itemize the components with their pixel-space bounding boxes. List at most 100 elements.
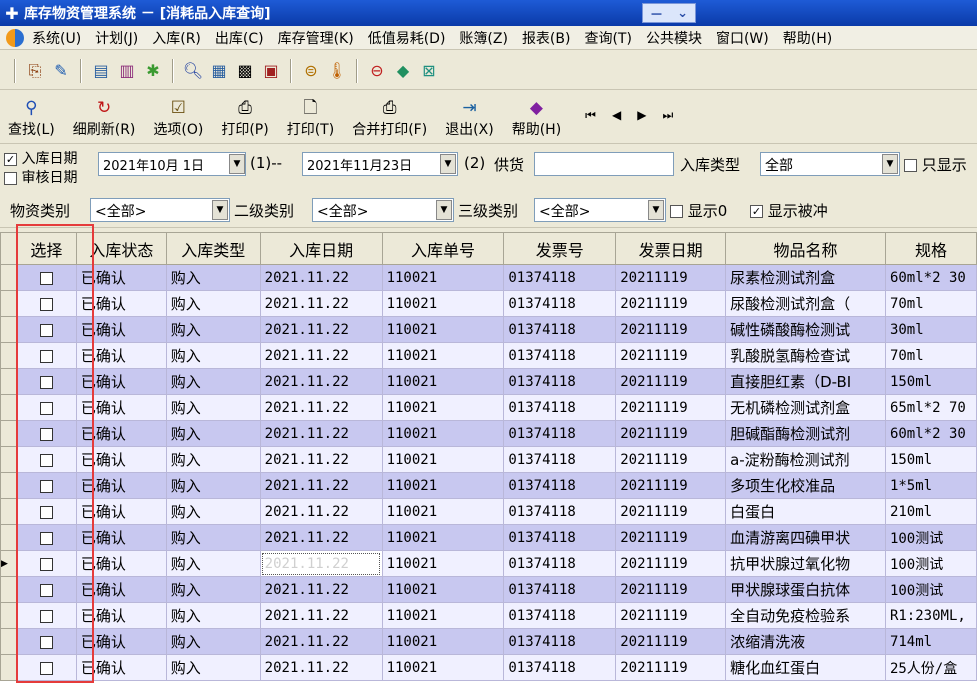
column-header-date[interactable]: 入库日期 <box>259 232 383 265</box>
category-dropdown-icon[interactable]: ▼ <box>212 200 228 220</box>
cell-spec[interactable]: 100测试 <box>884 550 977 577</box>
cell-spec[interactable]: 70ml <box>884 290 977 317</box>
cell-type[interactable]: 购入 <box>165 394 261 421</box>
cell-item-name[interactable]: 碱性磷酸酶检测试 <box>725 316 886 343</box>
column-header-type[interactable]: 入库类型 <box>165 232 261 265</box>
cell-order-no[interactable]: 110021 <box>381 524 505 551</box>
cell-invoice-date[interactable]: 20211119 <box>615 472 727 499</box>
help-button[interactable]: ◆ 帮助(H) <box>512 97 561 139</box>
date-to-field[interactable]: 2021年11月23日 <box>302 152 458 176</box>
cell-invoice-no[interactable]: 01374118 <box>503 576 617 603</box>
cell-order-no[interactable]: 110021 <box>381 446 505 473</box>
only-show-checkbox[interactable] <box>904 159 917 172</box>
show-offset-option[interactable]: ✓ 显示被冲 <box>750 200 828 221</box>
level3-dropdown-icon[interactable]: ▼ <box>648 200 664 220</box>
level2-select[interactable]: <全部> <box>312 198 454 222</box>
table-row[interactable]: 已确认 购入 2021.11.22 110021 01374118 20211119 a-淀… <box>0 446 977 473</box>
menu-system[interactable]: 系统(U) <box>32 28 81 48</box>
cell-item-name[interactable]: 多项生化校准品 <box>725 472 886 499</box>
row-select-checkbox[interactable] <box>39 323 53 337</box>
diamond-icon[interactable]: ◆ <box>392 60 414 82</box>
cell-item-name[interactable]: 抗甲状腺过氧化物 <box>725 550 886 577</box>
column-header-item-name[interactable]: 物品名称 <box>725 232 886 265</box>
cell-order-no[interactable]: 110021 <box>381 264 505 291</box>
cell-type[interactable]: 购入 <box>165 264 261 291</box>
cell-type[interactable]: 购入 <box>165 368 261 395</box>
cell-date[interactable]: 2021.11.22 <box>259 576 383 603</box>
cell-item-name[interactable]: 尿酸检测试剂盒（ <box>725 290 886 317</box>
row-select-checkbox[interactable] <box>39 635 53 649</box>
cell-invoice-no[interactable]: 01374118 <box>503 524 617 551</box>
cell-status[interactable]: 已确认 <box>75 654 167 681</box>
table-row[interactable]: 已确认 购入 2021.11.22 110021 01374118 20211119 白蛋白… <box>0 498 977 525</box>
cell-spec[interactable]: 210ml <box>884 498 977 525</box>
cell-order-no[interactable]: 110021 <box>381 290 505 317</box>
merge-print-button[interactable]: ⎙ 合并打印(F) <box>352 97 427 139</box>
row-select-checkbox[interactable] <box>39 375 53 389</box>
cell-date[interactable]: 2021.11.22 <box>259 472 383 499</box>
dropdown-button[interactable]: ⌄ <box>677 6 688 21</box>
cell-invoice-no[interactable]: 01374118 <box>503 446 617 473</box>
cell-order-no[interactable]: 110021 <box>381 394 505 421</box>
cell-spec[interactable]: 70ml <box>884 342 977 369</box>
table-row[interactable]: 已确认 购入 2021.11.22 110021 01374118 20211119 全自动… <box>0 602 977 629</box>
column-header-select[interactable]: 选择 <box>15 232 77 265</box>
cell-status[interactable]: 已确认 <box>75 576 167 603</box>
table-row[interactable]: 已确认 购入 2021.11.22 110021 01374118 20211119 无机磷… <box>0 394 977 421</box>
options-button[interactable]: ☑ 选项(O) <box>153 97 203 139</box>
menu-query[interactable]: 查询(T) <box>584 28 631 48</box>
cell-invoice-date[interactable]: 20211119 <box>615 420 727 447</box>
row-select-checkbox[interactable] <box>39 297 53 311</box>
chart-edit-icon[interactable]: ▦ <box>208 60 230 82</box>
form-icon[interactable]: ▤ <box>90 60 112 82</box>
cell-invoice-date[interactable]: 20211119 <box>615 524 727 551</box>
menu-help[interactable]: 帮助(H) <box>783 28 832 48</box>
cell-status[interactable]: 已确认 <box>75 602 167 629</box>
table-row[interactable]: 已确认 购入 2021.11.22 110021 01374118 20211119 碱性磷… <box>0 316 977 343</box>
cell-date[interactable]: 2021.11.22 <box>259 264 383 291</box>
cell-date[interactable]: 2021.11.22 <box>259 524 383 551</box>
cell-spec[interactable]: 1*5ml <box>884 472 977 499</box>
cell-invoice-date[interactable]: 20211119 <box>615 654 727 681</box>
cell-status[interactable]: 已确认 <box>75 316 167 343</box>
cell-spec[interactable]: R1:230ML, <box>884 602 977 629</box>
cell-date[interactable]: 2021.11.22 <box>259 420 383 447</box>
audit-date-checkbox[interactable] <box>4 171 17 185</box>
cell-type[interactable]: 购入 <box>165 628 261 655</box>
cell-invoice-no[interactable]: 01374118 <box>503 498 617 525</box>
column-header-invoice-no[interactable]: 发票号 <box>503 232 617 265</box>
table-row[interactable]: 已确认 购入 2021.11.22 110021 01374118 20211119 直接胆… <box>0 368 977 395</box>
table-row[interactable]: 已确认 购入 2021.11.22 110021 01374118 20211119 浓缩清… <box>0 628 977 655</box>
cell-order-no[interactable]: 110021 <box>381 368 505 395</box>
cell-status[interactable]: 已确认 <box>75 524 167 551</box>
row-select-checkbox[interactable] <box>39 271 53 285</box>
cross-box-icon[interactable]: ⊠ <box>418 60 440 82</box>
cell-invoice-date[interactable]: 20211119 <box>615 550 727 577</box>
cell-spec[interactable]: 65ml*2 70 <box>884 394 977 421</box>
exit-button[interactable]: ⇥ 退出(X) <box>445 97 494 139</box>
cell-status[interactable]: 已确认 <box>75 420 167 447</box>
cell-invoice-no[interactable]: 01374118 <box>503 342 617 369</box>
cell-status[interactable]: 已确认 <box>75 472 167 499</box>
refresh-button[interactable]: ↻ 细刷新(R) <box>73 97 136 139</box>
menu-outbound[interactable]: 出库(C) <box>215 28 264 48</box>
cell-invoice-no[interactable]: 01374118 <box>503 472 617 499</box>
audit-date-option[interactable]: 审核日期 <box>4 167 77 187</box>
cell-invoice-date[interactable]: 20211119 <box>615 602 727 629</box>
cell-type[interactable]: 购入 <box>165 446 261 473</box>
cell-type[interactable]: 购入 <box>165 498 261 525</box>
supplier-input[interactable] <box>534 152 674 176</box>
cell-item-name[interactable]: 浓缩清洗液 <box>725 628 886 655</box>
cell-date[interactable]: 2021.11.22 <box>259 342 383 369</box>
magnifier-icon[interactable]: 🔍︎ <box>182 60 204 82</box>
cell-invoice-no[interactable]: 01374118 <box>503 368 617 395</box>
menu-inventory[interactable]: 库存管理(K) <box>278 28 354 48</box>
cell-invoice-no[interactable]: 01374118 <box>503 394 617 421</box>
cell-item-name[interactable]: 白蛋白 <box>725 498 886 525</box>
table-row[interactable]: 已确认 购入 2021.11.22 110021 01374118 20211119 多项生… <box>0 472 977 499</box>
cell-date[interactable]: 2021.11.22 <box>259 290 383 317</box>
cell-item-name[interactable]: 全自动免疫检验系 <box>725 602 886 629</box>
menu-plan[interactable]: 计划(J) <box>95 28 138 48</box>
cell-spec[interactable]: 100测试 <box>884 576 977 603</box>
row-select-checkbox[interactable] <box>39 427 53 441</box>
